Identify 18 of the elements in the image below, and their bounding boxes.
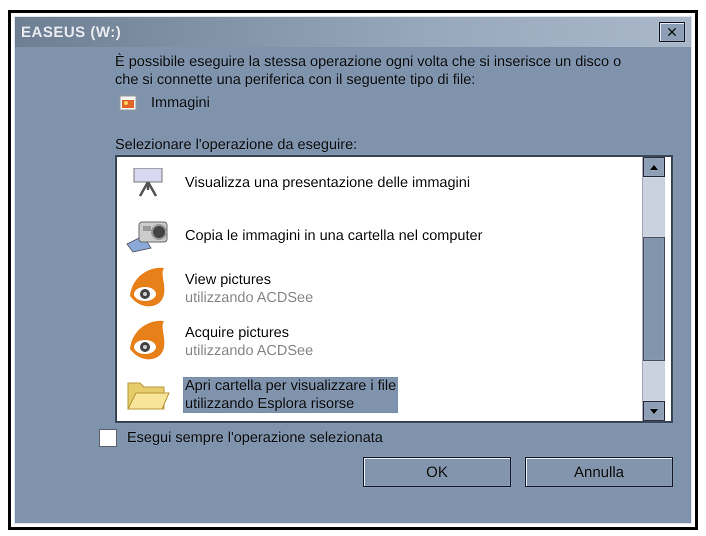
checkbox-label: Esegui sempre l'operazione selezionata — [127, 430, 383, 446]
window-title: EASEUS (W:) — [21, 24, 122, 40]
pictures-file-icon — [119, 95, 137, 111]
ok-button[interactable]: OK — [363, 457, 511, 487]
scrollbar[interactable] — [642, 157, 665, 421]
description-text: È possibile eseguire la stessa operazione ogni volta che si inserisce un disco o che si connette una periferica con il seguente tipo di file: — [115, 53, 622, 89]
file-type-label: Immagini — [151, 95, 210, 111]
action-item[interactable]: Apri cartella per visualizzare i file utilizzando Esplora risorse — [183, 376, 398, 413]
action-item[interactable]: Acquire pictures utilizzando ACDSee — [183, 324, 316, 360]
cancel-button[interactable]: Annulla — [525, 457, 673, 487]
action-item[interactable]: Copia le immagini in una cartella nel computer — [183, 227, 484, 246]
action-item[interactable]: View pictures utilizzando ACDSee — [183, 270, 316, 307]
close-button[interactable]: × — [659, 22, 685, 42]
action-item[interactable]: Visualizza una presentazione delle immagini — [183, 174, 472, 192]
checkbox[interactable] — [99, 429, 117, 447]
scroll-up-arrow-icon[interactable] — [650, 164, 658, 170]
prompt-label: Selezionare l'operazione da eseguire: — [115, 137, 358, 153]
scroll-down-arrow-icon[interactable] — [650, 408, 658, 414]
